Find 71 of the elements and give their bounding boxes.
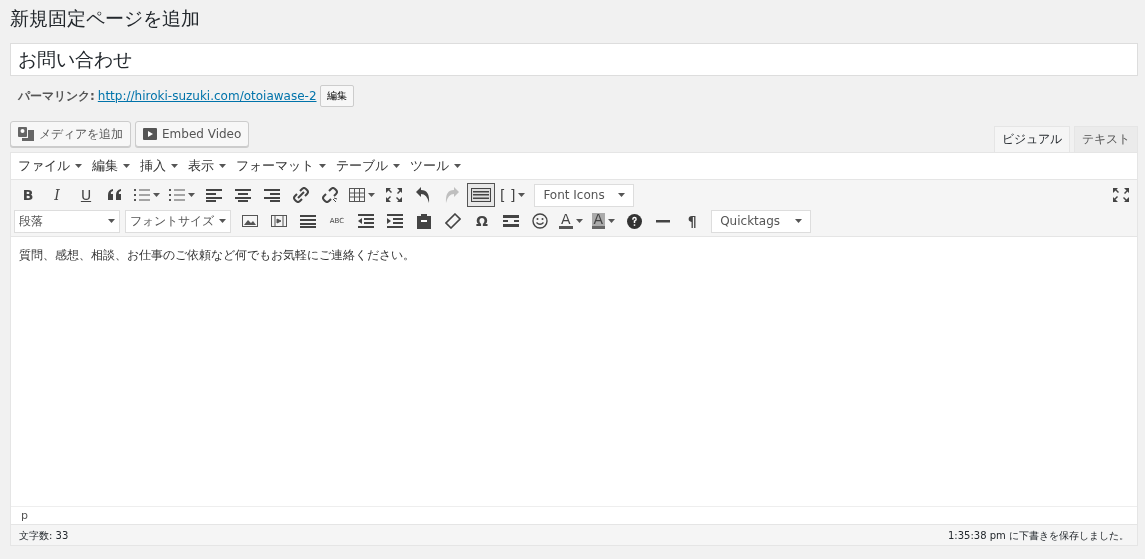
table-icon (349, 188, 365, 202)
toolbar-button[interactable]: ¶ (678, 209, 707, 233)
caret-icon (618, 193, 626, 197)
menu-item[interactable]: 表示 (183, 157, 231, 175)
caret-icon (171, 164, 178, 168)
format-dropdown[interactable]: 段落 (14, 209, 120, 233)
keyboard-icon (471, 188, 491, 202)
word-count: 文字数: 33 (19, 529, 69, 541)
eraser-icon (445, 213, 461, 229)
toolbar-button[interactable]: A (587, 209, 620, 233)
menu-item[interactable]: テーブル (331, 157, 405, 175)
toolbar-button[interactable]: Ω (468, 209, 496, 233)
autosave-status: 1:35:38 pm に下書きを保存しました。 (948, 529, 1129, 541)
element-path: p (21, 509, 28, 522)
clipboard-icon (417, 213, 431, 229)
format-dropdown[interactable]: フォントサイズ (125, 209, 231, 233)
menu-item[interactable]: 編集 (87, 157, 135, 175)
play-icon (143, 128, 157, 140)
editor-tab[interactable]: テキスト (1074, 126, 1138, 152)
toolbar-button[interactable]: I (43, 183, 71, 207)
unlink-icon (322, 187, 338, 203)
media-icon (18, 127, 34, 141)
align-right-icon (264, 188, 280, 202)
undo-icon (415, 187, 431, 203)
menu-item[interactable]: フォーマット (231, 157, 331, 175)
embed-video-button[interactable]: Embed Video (135, 121, 250, 147)
caret-icon (123, 164, 130, 168)
menu-item[interactable]: ツール (405, 157, 466, 175)
film-icon (271, 214, 287, 228)
content-text: 質問、感想、相談、お仕事のご依頼など何でもお気軽にご連絡ください。 (19, 247, 416, 264)
help-icon (626, 213, 642, 229)
toolbar-button[interactable] (467, 183, 495, 207)
align-left-icon (206, 188, 222, 202)
link-icon (293, 187, 309, 203)
caret-icon (219, 164, 226, 168)
indent-icon (387, 214, 403, 228)
page-heading: 新規固定ページを追加 (10, 6, 201, 31)
toolbar-button[interactable]: U (72, 183, 100, 207)
edit-button[interactable]: 編集 (319, 85, 354, 107)
editor-tab[interactable]: ビジュアル (994, 126, 1070, 152)
caret-icon (795, 219, 803, 223)
title-field[interactable]: お問い合わせ (10, 43, 1138, 76)
quote-icon (107, 188, 123, 202)
caret-icon (75, 164, 82, 168)
toolbar-button[interactable]: B (14, 183, 42, 207)
permalink-label: パーマリンク: (18, 87, 95, 105)
justify-icon (300, 214, 316, 228)
permalink-link[interactable]: http://hiroki-suzuki.com/otoiawase-2 (97, 89, 317, 103)
format-dropdown[interactable]: Quicktags (711, 209, 812, 233)
caret-icon (108, 219, 115, 223)
format-dropdown[interactable]: Font Icons (534, 183, 635, 207)
toolbar-button[interactable]: A (555, 209, 587, 233)
caret-icon (219, 219, 226, 223)
caret-icon (454, 164, 461, 168)
align-center-icon (235, 188, 251, 202)
fullscreen-icon (386, 188, 402, 202)
caret-icon (319, 164, 326, 168)
horizontal-line-icon (656, 219, 671, 223)
smiley-icon (532, 213, 548, 229)
numbered-list-icon (169, 188, 185, 202)
fullscreen-icon (1113, 188, 1129, 202)
caret-icon (393, 164, 400, 168)
image-icon (242, 214, 258, 228)
redo-icon (444, 187, 460, 203)
toolbar-button[interactable]: [ ] (496, 183, 530, 207)
outdent-icon (358, 214, 374, 228)
read-more-icon (503, 215, 519, 227)
menu-item[interactable]: ファイル (13, 157, 87, 175)
bulleted-list-icon (134, 188, 150, 202)
menu-item[interactable]: 挿入 (135, 157, 183, 175)
add-media-button[interactable]: メディアを追加 (10, 121, 131, 147)
